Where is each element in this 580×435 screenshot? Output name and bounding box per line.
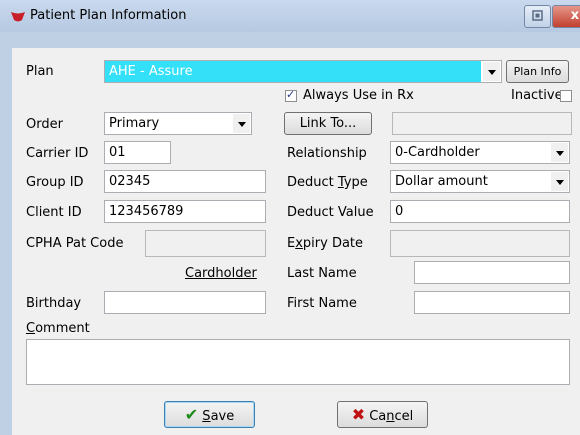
dialog-window: Patient Plan Information x Plan AHE - As… <box>0 0 580 435</box>
birthday-input[interactable] <box>104 291 266 314</box>
client-id-input[interactable]: 123456789 <box>104 200 266 223</box>
order-dropdown[interactable]: Primary <box>104 112 252 135</box>
order-label: Order <box>26 117 63 132</box>
restore-icon <box>532 10 543 21</box>
restore-button[interactable] <box>524 5 551 28</box>
comment-label-post: omment <box>35 321 90 336</box>
plan-info-button[interactable]: Plan Info <box>506 60 569 83</box>
inactive-checkbox[interactable] <box>560 90 572 102</box>
first-name-label: First Name <box>287 296 357 311</box>
deduct-type-label-pre: Deduct <box>287 175 338 190</box>
plan-label: Plan <box>26 64 54 79</box>
title-bar[interactable]: Patient Plan Information x <box>0 0 580 32</box>
carrier-id-input[interactable]: 01 <box>104 141 171 164</box>
group-id-label: Group ID <box>26 175 84 190</box>
expiry-label-accel: x <box>295 236 303 251</box>
birthday-label: Birthday <box>26 296 82 311</box>
deduct-value-label: Deduct Value <box>287 205 374 220</box>
expiry-date-label: Expiry Date <box>287 236 363 252</box>
cancel-label-pre: Ca <box>369 409 387 424</box>
carrier-id-label: Carrier ID <box>26 146 89 161</box>
relationship-dropdown[interactable]: 0-Cardholder <box>390 141 570 164</box>
plan-value: AHE - Assure <box>105 61 481 82</box>
cancel-label-post: cel <box>394 409 414 424</box>
cancel-x-icon: ✖ <box>351 405 366 424</box>
first-name-input[interactable] <box>414 291 570 314</box>
group-id-input[interactable]: 02345 <box>104 170 266 193</box>
chevron-down-icon[interactable] <box>483 62 500 81</box>
expiry-label-pre: E <box>287 236 296 251</box>
link-to-field <box>392 112 572 135</box>
deduct-type-label-post: ype <box>343 175 368 190</box>
order-value: Primary <box>109 116 160 131</box>
client-id-label: Client ID <box>26 205 82 220</box>
app-logo-icon <box>11 12 25 22</box>
relationship-label: Relationship <box>287 146 367 161</box>
deduct-type-value: Dollar amount <box>395 174 488 189</box>
save-label-post: ave <box>210 409 235 424</box>
chevron-down-icon[interactable] <box>233 114 250 133</box>
last-name-input[interactable] <box>414 261 570 284</box>
link-to-button[interactable]: Link To... <box>284 112 372 135</box>
window-title: Patient Plan Information <box>30 8 187 23</box>
expiry-label-post: piry Date <box>302 236 364 251</box>
close-icon: x <box>570 8 580 23</box>
dialog-body: Plan AHE - Assure Plan Info Always Use i… <box>12 48 580 435</box>
relationship-value: 0-Cardholder <box>395 145 480 160</box>
chevron-down-icon[interactable] <box>551 143 568 162</box>
cpha-pat-code-label: CPHA Pat Code <box>26 236 124 251</box>
cpha-pat-code-input <box>145 230 266 257</box>
cancel-label-accel: n <box>386 409 395 424</box>
deduct-type-label: Deduct Type <box>287 175 368 191</box>
cardholder-link[interactable]: Cardholder <box>185 266 257 282</box>
always-use-checkbox[interactable] <box>285 88 297 102</box>
cancel-button[interactable]: ✖ Cancel <box>337 401 428 428</box>
save-label-accel: S <box>202 409 211 424</box>
check-icon: ✔ <box>184 405 199 424</box>
always-use-label: Always Use in Rx <box>303 88 414 103</box>
comment-label: Comment <box>26 321 90 337</box>
inactive-label: Inactive <box>511 88 563 103</box>
save-button[interactable]: ✔ Save <box>164 401 255 428</box>
comment-label-accel: C <box>26 321 36 336</box>
last-name-label: Last Name <box>287 266 357 281</box>
comment-textarea[interactable] <box>26 339 570 385</box>
plan-dropdown[interactable]: AHE - Assure <box>104 60 502 83</box>
deduct-type-dropdown[interactable]: Dollar amount <box>390 170 570 193</box>
expiry-date-input <box>390 230 570 257</box>
deduct-value-input[interactable]: 0 <box>390 200 570 223</box>
chevron-down-icon[interactable] <box>551 172 568 191</box>
close-button[interactable]: x <box>552 5 580 28</box>
